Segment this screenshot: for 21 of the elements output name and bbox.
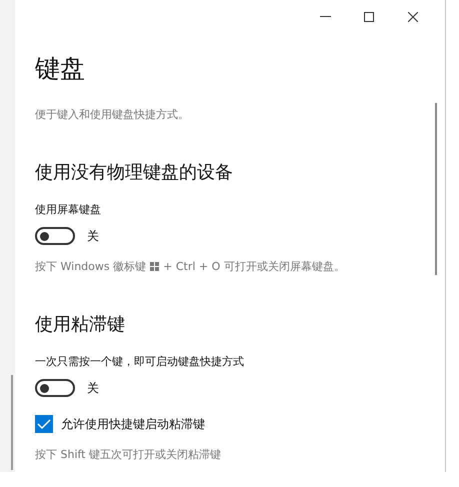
section-heading: 使用没有物理键盘的设备 (35, 161, 234, 184)
toggle-switch[interactable] (35, 227, 75, 245)
hint-text: 按下 Shift 键五次可打开或关闭粘滞键 (35, 447, 221, 462)
setting-label: 一次只需按一个键，即可启动键盘快捷方式 (35, 354, 245, 369)
toggle-state: 关 (87, 380, 99, 396)
maximize-icon (364, 12, 374, 22)
checkbox[interactable] (35, 415, 53, 433)
minimize-icon (320, 16, 330, 18)
toggle-state: 关 (87, 228, 99, 244)
hint-text: 按下 Windows 徽标键 (35, 259, 146, 274)
hint-text: + Ctrl + O 可打开或关闭屏幕键盘。 (163, 259, 345, 274)
setting-label: 使用屏幕键盘 (35, 202, 102, 217)
scrollbar[interactable] (11, 375, 13, 470)
section-heading: 使用粘滞键 (35, 313, 126, 336)
scrollbar[interactable] (435, 103, 437, 275)
windows-logo-icon (150, 262, 160, 271)
checkbox-label: 允许使用快捷键启动粘滞键 (61, 416, 205, 432)
close-icon (408, 12, 418, 22)
page-title: 键盘 (35, 53, 86, 85)
toggle-switch[interactable] (35, 379, 75, 397)
page-description: 便于键入和使用键盘快捷方式。 (35, 107, 190, 122)
